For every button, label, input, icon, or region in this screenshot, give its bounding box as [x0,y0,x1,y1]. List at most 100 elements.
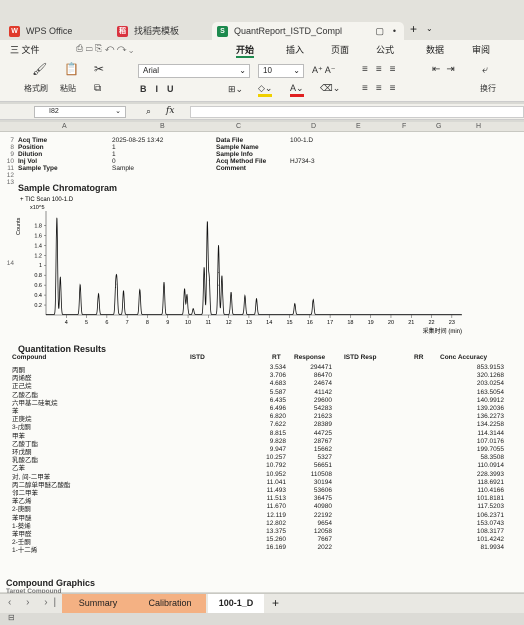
quant-response-cell: 28767 [313,437,332,445]
new-tab-icon[interactable]: + [410,22,417,36]
x-tick-label: 7 [126,320,129,326]
font-color-icon[interactable]: A⌄ [290,83,304,97]
chromatogram-chart: + TIC Scan 100-1.D x10^5 Counts 4 5 6 7 8 9 10… [16,197,462,335]
row-number: 10 [6,158,14,165]
indent-icons[interactable]: ⇤⇥ [432,64,461,75]
quant-rt-cell: 12.119 [266,511,286,519]
tab-nav-arrows-icon[interactable]: ‹ › ›| [8,597,62,608]
quant-conc-cell: 117.5203 [477,503,504,511]
col-header-d[interactable]: D [311,123,316,130]
window-tab-quantreport[interactable]: S QuantReport_ISTD_Compl ▢ • [212,22,404,40]
ribbon: 🖌 格式刷 📋 粘贴 ✂ ⧉ Arial ⌄ 10 ⌄ A⁺ A⁻ BIU ⊞⌄… [0,58,524,102]
info-label: Comment [216,165,246,172]
quant-conc-cell: 101.8181 [476,495,504,503]
quant-rt-cell: 10.257 [266,454,286,462]
font-grow-icon[interactable]: A⁺ A⁻ [312,65,336,76]
quant-header-compound: Compound [12,354,47,361]
sheet-tab-calibration[interactable]: Calibration [134,594,206,613]
menu-page[interactable]: 页面 [331,43,349,56]
clear-format-icon[interactable]: ⌫⌄ [320,83,340,94]
fx-icon[interactable]: fx [166,106,174,116]
quant-conc-cell: 163.5054 [476,388,504,396]
quant-header-istd-resp: ISTD Resp [344,354,377,361]
status-icon[interactable]: ⊟ [8,613,15,622]
info-value: Sample [112,165,135,172]
info-label: Sample Name [216,144,259,151]
quant-rt-cell: 15.260 [266,536,286,544]
wrap-button[interactable]: 换行 [480,83,496,94]
col-header-b[interactable]: B [160,123,165,130]
align-horizontal-icons[interactable]: ≡≡≡ [362,83,404,94]
quant-rt-cell: 11.670 [266,503,286,511]
quant-conc-cell: 228.3993 [476,470,504,478]
quant-rt-cell: 5.587 [269,388,286,396]
quant-conc-cell: 107.0176 [476,437,504,445]
quick-access-icons[interactable]: ⎙ ▭ ⎘ ↶ ↷ ⌄ [76,43,133,54]
quant-title: Quantitation Results [18,344,107,354]
x-tick-label: 11 [205,320,211,326]
bold-italic-underline-icons[interactable]: BIU [140,84,183,94]
align-vertical-icons[interactable]: ≡≡≡ [362,64,404,75]
col-header-a[interactable]: A [62,123,67,130]
quant-response-cell: 44725 [313,429,332,437]
paste-icon[interactable]: 📋 [64,62,79,76]
col-header-g[interactable]: G [436,123,441,130]
menu-data[interactable]: 数据 [426,43,444,56]
quant-response-cell: 7667 [317,536,332,544]
copy-icon[interactable]: ⧉ [94,83,101,94]
sheet-tab-100-1-d[interactable]: 100-1_D [208,594,264,613]
window-icon[interactable]: ▢ [375,22,384,40]
chevron-down-icon[interactable]: ⌄ [426,24,433,33]
font-name-select[interactable]: Arial ⌄ [138,64,250,78]
quant-response-cell: 110508 [310,470,332,478]
menu-bar: 三 文件 ⎙ ▭ ⎘ ↶ ↷ ⌄ 开始 插入 页面 公式 数据 审阅 [0,40,524,58]
window-tab-docer[interactable]: 稻 找稻壳模板 [112,22,206,40]
col-header-e[interactable]: E [356,123,361,130]
sheet-tab-summary[interactable]: Summary [62,594,134,613]
worksheet[interactable]: 7 8 9 10 11 12 13 Acq Time Position Dilu… [0,132,524,595]
cut-icon[interactable]: ✂ [94,62,104,76]
add-sheet-icon[interactable]: + [272,596,279,610]
row-number: 11 [7,165,14,172]
format-painter-button[interactable]: 格式刷 [24,83,48,94]
menu-home[interactable]: 开始 [236,43,255,58]
x-tick-label: 16 [307,320,313,326]
quant-conc-cell: 108.3177 [476,528,504,535]
quant-rt-cell: 8.815 [269,429,286,437]
y-tick-label: 0.4 [34,293,42,299]
col-header-c[interactable]: C [236,123,241,130]
menu-review[interactable]: 审阅 [472,43,490,56]
zoom-icon[interactable]: ⌕ [146,106,151,117]
quant-response-cell: 40980 [313,503,332,511]
info-value: 100-1.D [290,137,314,144]
quant-response-cell: 28389 [313,421,332,429]
info-value: 0 [112,158,116,165]
font-size-select[interactable]: 10 ⌄ [258,64,304,78]
file-menu[interactable]: 三 文件 [10,43,40,56]
tab-close-icon[interactable]: • [393,22,396,40]
info-label: Inj Vol [18,158,38,165]
fill-color-icon[interactable]: ◇⌄ [258,83,273,97]
row-number: 8 [10,144,14,151]
quant-conc-cell: 118.6921 [477,478,504,486]
col-header-f[interactable]: F [402,123,406,130]
formula-input[interactable] [190,106,524,118]
col-header-h[interactable]: H [476,123,481,130]
quant-conc-cell: 106.2371 [476,511,504,519]
quant-rt-cell: 6.435 [269,396,286,404]
window-tab-wps[interactable]: W WPS Office [4,22,100,40]
info-label: Acq Time [18,137,48,144]
menu-insert[interactable]: 插入 [286,43,304,56]
y-tick-label: 1 [39,263,42,269]
tic-trace-line [46,218,462,315]
format-painter-icon[interactable]: 🖌 [32,62,47,76]
paste-button[interactable]: 粘贴 [60,83,76,94]
border-icon[interactable]: ⊞⌄ [228,84,243,95]
x-tick-label: 14 [266,320,272,326]
name-box[interactable]: I82 ⌄ [34,106,126,118]
wrap-icon[interactable]: ⤶ [482,64,488,77]
menu-formula[interactable]: 公式 [376,43,394,56]
quant-header-conc: Conc Accuracy [440,354,488,361]
quant-header-rt: RT [272,354,281,361]
quant-conc-cell: 101.4242 [476,536,504,544]
